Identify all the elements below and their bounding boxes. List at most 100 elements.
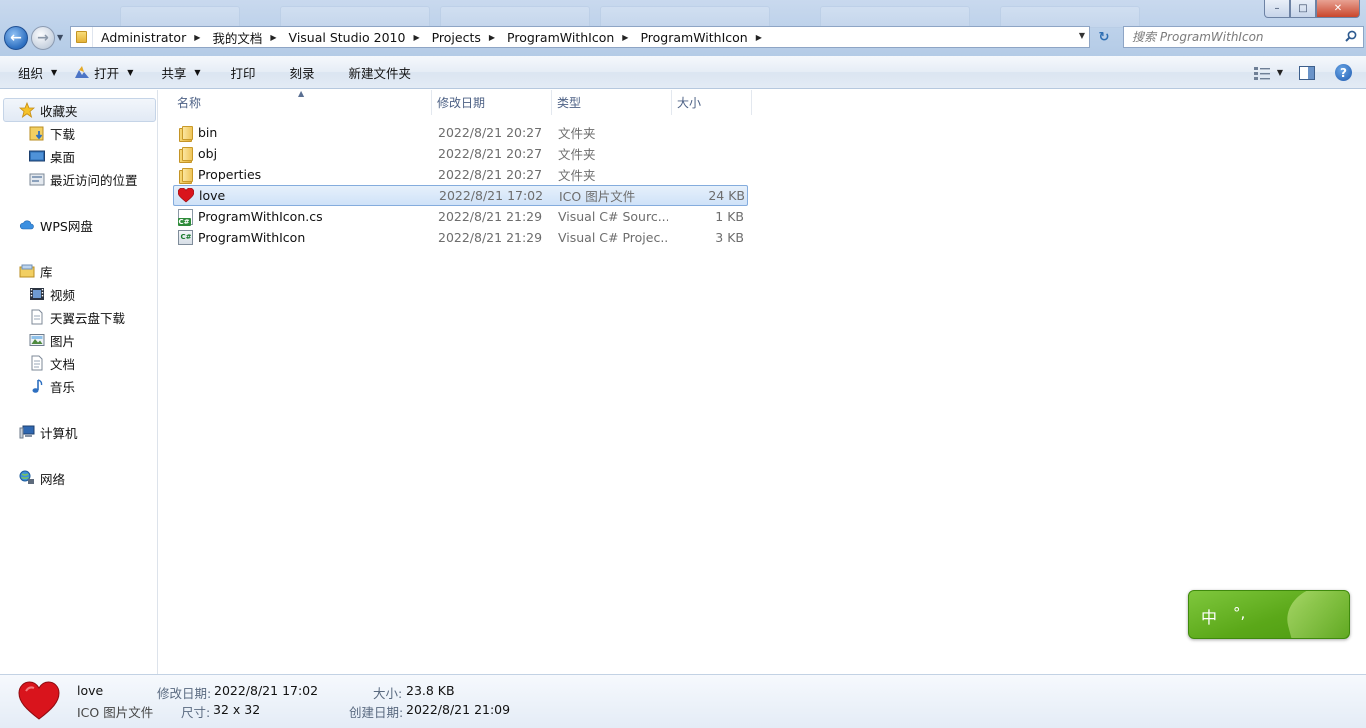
file-modified: 2022/8/21 20:27: [438, 146, 543, 161]
address-bar[interactable]: Administrator ▶ 我的文档 ▶ Visual Studio 2010 ▶…: [70, 26, 1090, 48]
help-icon[interactable]: ?: [1335, 64, 1352, 81]
open-with-icon: [75, 66, 90, 78]
cloud-icon: [19, 217, 35, 233]
file-row-obj[interactable]: obj 2022/8/21 20:27 文件夹: [173, 143, 748, 164]
libraries-icon: [19, 263, 35, 279]
search-icon[interactable]: [1345, 30, 1357, 42]
breadcrumb-chevron-icon[interactable]: ▶: [270, 33, 276, 42]
sidebar-item-label: 收藏夹: [40, 103, 78, 119]
sidebar-item-videos[interactable]: 视频: [29, 283, 75, 305]
breadcrumb-programwithicon-current[interactable]: ProgramWithIcon ▶: [632, 27, 765, 47]
sidebar-item-libraries[interactable]: 库: [19, 260, 53, 282]
file-row-programwithicon-cs[interactable]: ProgramWithIcon.cs 2022/8/21 21:29 Visua…: [173, 206, 748, 227]
sidebar-item-favorites[interactable]: 收藏夹: [19, 99, 78, 121]
column-header-size[interactable]: 大小: [659, 90, 739, 115]
folder-icon: [177, 146, 193, 163]
file-row-bin[interactable]: bin 2022/8/21 20:27 文件夹: [173, 122, 748, 143]
sidebar-item-documents[interactable]: 文档: [29, 352, 75, 374]
file-name-cell: Properties: [177, 167, 261, 184]
window-controls: – □ ✕: [1264, 0, 1360, 18]
sidebar-item-desktop[interactable]: 桌面: [29, 145, 75, 167]
chevron-down-icon: ▼: [194, 67, 201, 77]
organize-button[interactable]: 组织 ▼: [9, 59, 66, 85]
burn-button[interactable]: 刻录: [281, 59, 324, 85]
details-file-name: love: [77, 683, 104, 698]
minimize-button[interactable]: –: [1264, 0, 1290, 18]
refresh-icon[interactable]: ↻: [1094, 28, 1114, 46]
maximize-button[interactable]: □: [1290, 0, 1316, 18]
ime-status-bar[interactable]: 中 °,: [1188, 590, 1350, 639]
sidebar-item-tianyi-downloads[interactable]: 天翼云盘下载: [29, 306, 125, 328]
address-dropdown-icon[interactable]: ▼: [1079, 31, 1085, 40]
chevron-down-icon: ▼: [51, 67, 58, 77]
column-header-label: 类型: [557, 96, 582, 110]
file-row-love[interactable]: love 2022/8/21 17:02 ICO 图片文件 24 KB: [173, 185, 748, 206]
document-icon: [29, 355, 45, 371]
sidebar-item-pictures[interactable]: 图片: [29, 329, 75, 351]
file-row-programwithicon-csproj[interactable]: ProgramWithIcon 2022/8/21 21:29 Visual C…: [173, 227, 748, 248]
breadcrumb-visual-studio[interactable]: Visual Studio 2010 ▶: [281, 27, 424, 47]
computer-icon: [19, 424, 35, 440]
details-modified-label: 修改日期:: [157, 686, 212, 701]
search-box[interactable]: [1123, 26, 1364, 48]
open-label: 打开: [94, 65, 120, 81]
column-header-type[interactable]: 类型: [539, 90, 671, 115]
breadcrumb-administrator[interactable]: Administrator ▶: [93, 27, 204, 47]
breadcrumb-chevron-icon[interactable]: ▶: [489, 33, 495, 42]
file-modified: 2022/8/21 20:27: [438, 125, 543, 140]
search-input[interactable]: [1132, 30, 1337, 44]
breadcrumb-chevron-icon[interactable]: ▶: [622, 33, 628, 42]
sidebar-item-computer[interactable]: 计算机: [19, 421, 78, 443]
background-taskbar-ghost: [120, 6, 1140, 28]
sidebar-item-network[interactable]: 网络: [19, 467, 65, 489]
details-file-type: ICO 图片文件: [77, 705, 154, 720]
sidebar-item-label: 下载: [50, 126, 76, 142]
sidebar-item-label: 天翼云盘下载: [50, 310, 126, 326]
details-size-label: 大小:: [373, 686, 403, 701]
change-view-icon[interactable]: [1253, 66, 1270, 80]
sidebar-item-label: 音乐: [50, 379, 76, 395]
file-name-cell: ProgramWithIcon.cs: [177, 208, 323, 226]
downloads-folder-icon: [29, 125, 45, 141]
details-dimensions-value: 32 x 32: [213, 702, 261, 717]
print-button[interactable]: 打印: [222, 59, 265, 85]
new-folder-button[interactable]: 新建文件夹: [340, 59, 421, 85]
sidebar-item-label: 最近访问的位置: [50, 172, 138, 188]
file-name: love: [199, 188, 226, 203]
open-button[interactable]: 打开 ▼: [66, 59, 142, 85]
breadcrumb-chevron-icon[interactable]: ▶: [413, 33, 419, 42]
recent-pages-dropdown[interactable]: ▼: [57, 33, 63, 42]
file-name-cell: love: [178, 188, 225, 204]
column-header-label: 大小: [677, 96, 702, 110]
column-divider[interactable]: [751, 90, 752, 115]
sidebar-item-music[interactable]: 音乐: [29, 375, 75, 397]
command-bar: 组织 ▼ 打开 ▼ 共享 ▼ 打印 刻录 新建文件夹 ▼ ?: [0, 56, 1366, 89]
sidebar-item-downloads[interactable]: 下载: [29, 122, 75, 144]
back-button[interactable]: ←: [4, 26, 28, 50]
preview-pane-icon[interactable]: [1299, 65, 1315, 80]
file-type: 文件夹: [558, 126, 596, 141]
breadcrumb-programwithicon-parent[interactable]: ProgramWithIcon ▶: [499, 27, 632, 47]
ime-punctuation-toggle[interactable]: °,: [1233, 604, 1245, 622]
view-dropdown-icon[interactable]: ▼: [1277, 68, 1283, 77]
details-dimensions-label: 尺寸:: [181, 705, 211, 720]
column-header-name[interactable]: 名称 ▲: [159, 89, 431, 115]
recent-places-icon: [29, 171, 45, 187]
close-button[interactable]: ✕: [1316, 0, 1360, 18]
sidebar-item-label: WPS网盘: [40, 218, 93, 234]
breadcrumb-chevron-icon[interactable]: ▶: [194, 33, 200, 42]
sidebar-item-recent-places[interactable]: 最近访问的位置: [29, 168, 138, 190]
file-modified: 2022/8/21 20:27: [438, 167, 543, 182]
breadcrumb-my-documents[interactable]: 我的文档 ▶: [204, 27, 280, 47]
forward-button[interactable]: →: [31, 26, 55, 50]
file-row-properties[interactable]: Properties 2022/8/21 20:27 文件夹: [173, 164, 748, 185]
details-pane: love ICO 图片文件 修改日期: 2022/8/21 17:02 尺寸: …: [0, 674, 1366, 728]
breadcrumb-projects[interactable]: Projects ▶: [424, 27, 499, 47]
file-type: Visual C# Sourc...: [558, 209, 668, 224]
breadcrumb-chevron-icon[interactable]: ▶: [756, 33, 762, 42]
share-button[interactable]: 共享 ▼: [152, 59, 209, 85]
sidebar-item-label: 库: [40, 264, 53, 280]
ime-language-toggle[interactable]: 中: [1201, 604, 1217, 628]
column-header-modified[interactable]: 修改日期: [419, 90, 551, 115]
sidebar-item-wps-drive[interactable]: WPS网盘: [19, 214, 93, 236]
